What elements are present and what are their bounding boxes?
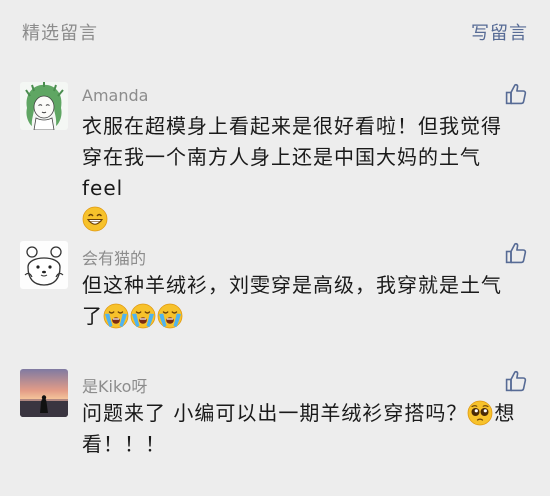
loudly-crying-emoji-icon xyxy=(103,303,129,329)
grin-emoji-icon xyxy=(82,206,108,232)
thumbs-up-icon[interactable] xyxy=(504,82,528,106)
loudly-crying-emoji-icon xyxy=(157,303,183,329)
section-title: 精选留言 xyxy=(22,23,98,44)
comment-text: 问题来了 小编可以出一期羊绒衫穿搭吗？ 想看！！！ xyxy=(82,398,522,460)
thumbs-up-icon[interactable] xyxy=(504,369,528,393)
comment-nickname: 会有猫的 xyxy=(82,249,147,268)
green-haired-girl-avatar[interactable] xyxy=(20,82,68,130)
comment-body: 衣服在超模身上看起来是很好看啦！但我觉得穿在我一个南方人身上还是中国大妈的土气f… xyxy=(82,114,502,200)
comment-nickname: 是Kiko呀 xyxy=(82,377,148,396)
pleading-emoji-icon xyxy=(467,400,493,426)
write-comment-button[interactable]: 写留言 xyxy=(471,19,528,45)
comment-body: 问题来了 小编可以出一期羊绒衫穿搭吗？ xyxy=(82,401,468,425)
bear-face-avatar[interactable] xyxy=(20,241,68,289)
comment-nickname: Amanda xyxy=(82,86,149,105)
comments-header: 精选留言 写留言 xyxy=(0,0,550,62)
comment-text: 但这种羊绒衫，刘雯穿是高级，我穿就是土气了 xyxy=(82,270,522,332)
sunset-photo-avatar[interactable] xyxy=(20,369,68,417)
loudly-crying-emoji-icon xyxy=(130,303,156,329)
comment-text: 衣服在超模身上看起来是很好看啦！但我觉得穿在我一个南方人身上还是中国大妈的土气f… xyxy=(82,111,522,235)
thumbs-up-icon[interactable] xyxy=(504,241,528,265)
